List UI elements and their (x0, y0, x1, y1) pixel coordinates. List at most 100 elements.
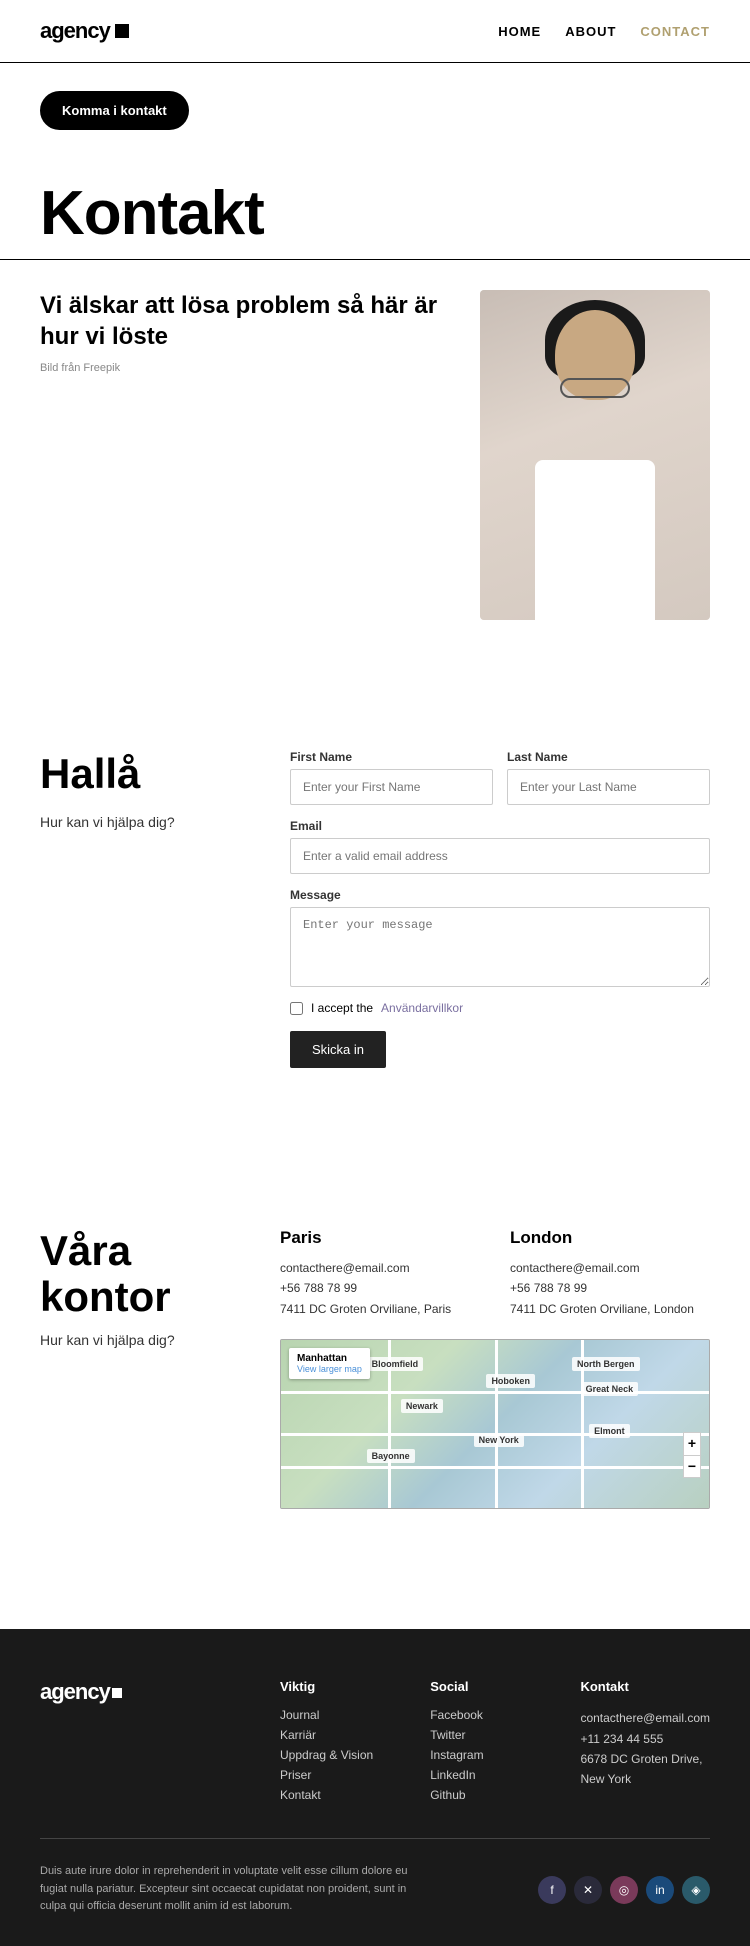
email-input[interactable] (290, 838, 710, 874)
first-name-input[interactable] (290, 769, 493, 805)
nav-home[interactable]: HOME (498, 24, 541, 39)
person-glasses (560, 378, 630, 398)
last-name-input[interactable] (507, 769, 710, 805)
last-name-group: Last Name (507, 750, 710, 805)
person-head (555, 310, 635, 400)
footer-tagline: Duis aute irure dolor in reprehenderit i… (40, 1863, 420, 1916)
footer-col-social: Social Facebook Twitter Instagram Linked… (430, 1679, 540, 1808)
footer-social-list: Facebook Twitter Instagram LinkedIn Gith… (430, 1708, 540, 1802)
terms-checkbox[interactable] (290, 1002, 303, 1015)
email-group: Email (290, 819, 710, 874)
person-illustration (480, 290, 710, 620)
logo[interactable]: agency (40, 18, 129, 44)
social-facebook-icon[interactable]: f (538, 1876, 566, 1904)
main-nav: HOME ABOUT CONTACT (498, 24, 710, 39)
map-road-v2 (495, 1340, 498, 1508)
map-label-hoboken: Hoboken (486, 1374, 535, 1388)
footer-item-facebook[interactable]: Facebook (430, 1708, 540, 1722)
map-label-northbergen: North Bergen (572, 1357, 640, 1371)
image-caption: Bild från Freepik (40, 362, 450, 374)
map-label-greatneck: Great Neck (581, 1382, 639, 1396)
email-row: Email (290, 819, 710, 874)
nav-contact[interactable]: CONTACT (640, 24, 710, 39)
map-container[interactable]: New York Newark Hoboken North Bergen Blo… (280, 1339, 710, 1509)
offices-right: Paris contacthere@email.com +56 788 78 9… (280, 1228, 710, 1509)
cta-button[interactable]: Komma i kontakt (40, 91, 189, 130)
footer-viktig-list: Journal Karriär Uppdrag & Vision Priser … (280, 1708, 390, 1802)
submit-button[interactable]: Skicka in (290, 1031, 386, 1068)
offices-subtitle: Hur kan vi hjälpa dig? (40, 1332, 240, 1348)
contact-section: Hallå Hur kan vi hjälpa dig? First Name … (0, 690, 750, 1128)
offices-title: Våra kontor (40, 1228, 240, 1320)
office-london: London contacthere@email.com +56 788 78 … (510, 1228, 710, 1319)
london-info: contacthere@email.com +56 788 78 99 7411… (510, 1258, 710, 1319)
email-label: Email (290, 819, 710, 833)
map-label-bayonne: Bayonne (367, 1449, 415, 1463)
footer-kontakt-title: Kontakt (580, 1679, 710, 1694)
intro-heading: Vi älskar att lösa problem så här är hur… (40, 290, 450, 352)
social-twitter-icon[interactable]: ✕ (574, 1876, 602, 1904)
paris-title: Paris (280, 1228, 480, 1248)
message-label: Message (290, 888, 710, 902)
footer-item-twitter[interactable]: Twitter (430, 1728, 540, 1742)
footer-item-linkedin[interactable]: LinkedIn (430, 1768, 540, 1782)
footer-viktig-title: Viktig (280, 1679, 390, 1694)
social-linkedin-icon[interactable]: in (646, 1876, 674, 1904)
footer-item-github[interactable]: Github (430, 1788, 540, 1802)
footer-item-karriar[interactable]: Karriär (280, 1728, 390, 1742)
map-label-newyork: New York (474, 1433, 524, 1447)
footer-logo-text: agency (40, 1679, 122, 1704)
footer-logo-box-icon (112, 1688, 122, 1698)
person-body (535, 460, 655, 620)
map-zoom-controls: + − (683, 1432, 701, 1478)
message-group: Message (290, 888, 710, 987)
map-zoom-out[interactable]: − (684, 1456, 700, 1478)
intro-section: Vi älskar att lösa problem så här är hur… (0, 260, 750, 650)
page-title-section: Kontakt (0, 158, 750, 260)
footer-item-journal[interactable]: Journal (280, 1708, 390, 1722)
offices-cols: Paris contacthere@email.com +56 788 78 9… (280, 1228, 710, 1319)
paris-info: contacthere@email.com +56 788 78 99 7411… (280, 1258, 480, 1319)
message-input[interactable] (290, 907, 710, 987)
offices-section: Våra kontor Hur kan vi hjälpa dig? Paris… (0, 1168, 750, 1569)
intro-text: Vi älskar att lösa problem så här är hur… (40, 290, 450, 374)
footer-item-priser[interactable]: Priser (280, 1768, 390, 1782)
hero-btn-section: Komma i kontakt (0, 63, 750, 158)
map-zoom-in[interactable]: + (684, 1433, 700, 1456)
checkbox-text: I accept the (311, 1001, 373, 1015)
footer-item-kontakt[interactable]: Kontakt (280, 1788, 390, 1802)
social-icons: f ✕ ◎ in ◈ (538, 1876, 710, 1904)
footer-logo: agency (40, 1679, 240, 1808)
first-name-label: First Name (290, 750, 493, 764)
map-label-elmont: Elmont (589, 1424, 630, 1438)
nav-about[interactable]: ABOUT (565, 24, 616, 39)
social-other-icon[interactable]: ◈ (682, 1876, 710, 1904)
contact-form: First Name Last Name Email Message I acc… (290, 750, 710, 1068)
footer-item-instagram[interactable]: Instagram (430, 1748, 540, 1762)
social-instagram-icon[interactable]: ◎ (610, 1876, 638, 1904)
logo-text: agency (40, 18, 110, 44)
logo-box-icon (115, 24, 129, 38)
site-header: agency HOME ABOUT CONTACT (0, 0, 750, 63)
footer-col-viktig: Viktig Journal Karriär Uppdrag & Vision … (280, 1679, 390, 1808)
contact-title: Hallå (40, 750, 240, 798)
site-footer: agency Viktig Journal Karriär Uppdrag & … (0, 1629, 750, 1946)
map-label-bloomfield: Bloomfield (367, 1357, 424, 1371)
offices-left: Våra kontor Hur kan vi hjälpa dig? (40, 1228, 240, 1509)
footer-item-uppdrag[interactable]: Uppdrag & Vision (280, 1748, 390, 1762)
footer-logo-label: agency (40, 1679, 110, 1704)
footer-divider (40, 1838, 710, 1839)
checkbox-row: I accept the Användarvillkor (290, 1001, 710, 1015)
terms-link[interactable]: Användarvillkor (381, 1001, 463, 1015)
map-link[interactable]: View larger map (297, 1364, 362, 1374)
map-label-newark: Newark (401, 1399, 443, 1413)
map-background: New York Newark Hoboken North Bergen Blo… (281, 1340, 709, 1508)
message-row: Message (290, 888, 710, 987)
map-overlay: Manhattan View larger map (289, 1348, 370, 1379)
name-row: First Name Last Name (290, 750, 710, 805)
contact-left: Hallå Hur kan vi hjälpa dig? (40, 750, 240, 1068)
page-title: Kontakt (40, 178, 710, 249)
footer-social-title: Social (430, 1679, 540, 1694)
first-name-group: First Name (290, 750, 493, 805)
last-name-label: Last Name (507, 750, 710, 764)
